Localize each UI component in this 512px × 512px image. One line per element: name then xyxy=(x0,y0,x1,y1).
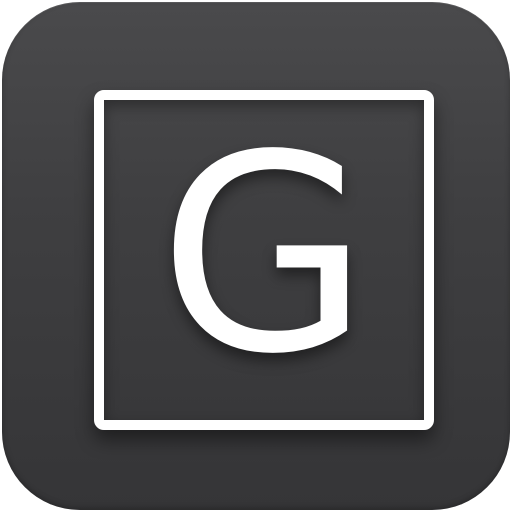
app-icon-tile[interactable]: G xyxy=(2,2,510,510)
app-icon-letter: G xyxy=(158,98,370,414)
square-frame: G xyxy=(94,90,434,430)
